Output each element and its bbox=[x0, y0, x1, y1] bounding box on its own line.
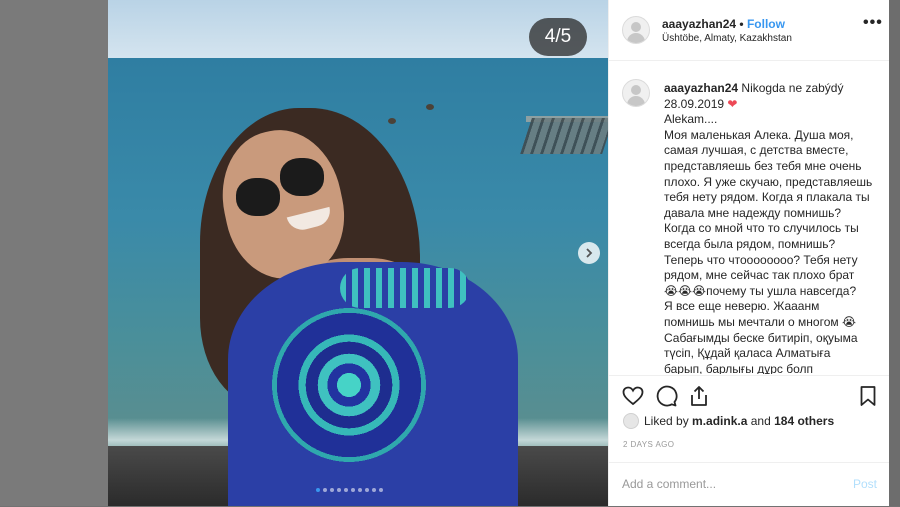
post-comment-button[interactable]: Post bbox=[853, 477, 877, 491]
slide-dot bbox=[365, 488, 369, 492]
caption-line: Моя маленькая Алека. Душа моя, bbox=[664, 127, 854, 142]
photo-swimmer bbox=[388, 118, 396, 124]
next-slide-button[interactable] bbox=[578, 242, 600, 264]
slide-dot bbox=[358, 488, 362, 492]
heart-icon[interactable] bbox=[621, 384, 645, 408]
liker-avatar[interactable] bbox=[623, 413, 639, 429]
caption-line: плохо. Я уже скучаю, представляешь bbox=[664, 174, 873, 189]
likes-row: Liked by m.adink.a and 184 others bbox=[623, 413, 834, 429]
caption-line: Я все еще неверю. Жааанм bbox=[664, 299, 820, 314]
caption-line: рядом, мне сейчас так плохо брат bbox=[664, 268, 855, 283]
slide-dot bbox=[344, 488, 348, 492]
caption-line: Nikogda ne zabýdý bbox=[741, 81, 844, 95]
share-icon[interactable] bbox=[687, 384, 711, 408]
photo-pier bbox=[520, 118, 608, 154]
slide-dot bbox=[330, 488, 334, 492]
caption-area: aaayazhan24 Nikogda ne zabýdý 28.09.2019… bbox=[609, 61, 889, 374]
slide-dot bbox=[372, 488, 376, 492]
caption-username[interactable]: aaayazhan24 bbox=[664, 81, 738, 95]
caption-line: барып, барлығы дұрс болп bbox=[664, 361, 814, 374]
caption-text: aaayazhan24 Nikogda ne zabýdý 28.09.2019… bbox=[664, 81, 876, 374]
slide-dot bbox=[337, 488, 341, 492]
post-timestamp[interactable]: 2 DAYS AGO bbox=[623, 440, 674, 449]
post-username[interactable]: aaayazhan24 bbox=[662, 17, 736, 31]
photo-tunic-embroidery bbox=[264, 300, 434, 470]
slide-dot bbox=[379, 488, 383, 492]
photo-sunglasses-left bbox=[236, 178, 280, 216]
photo-swimmer bbox=[426, 104, 434, 110]
caption-line: Теперь что чтоооооооо? Тебя нету bbox=[664, 252, 858, 267]
page-backdrop-left bbox=[0, 0, 108, 506]
caption-line: Alekam.... bbox=[664, 112, 718, 127]
likes-others-link[interactable]: 184 others bbox=[774, 414, 834, 428]
slide-counter: 4/5 bbox=[529, 18, 587, 56]
post-media[interactable]: 4/5 bbox=[108, 0, 608, 506]
caption-avatar[interactable] bbox=[622, 79, 650, 107]
slide-dot bbox=[316, 488, 320, 492]
caption-line: всегда была рядом, помнишь? bbox=[664, 236, 836, 251]
follow-button[interactable]: Follow bbox=[747, 17, 785, 31]
likes-and: and bbox=[750, 414, 771, 428]
bookmark-icon[interactable] bbox=[856, 384, 880, 408]
caption-line: помнишь мы мечтали о многом 😭 bbox=[664, 314, 856, 329]
dot-separator: • bbox=[739, 17, 744, 31]
page-backdrop-right bbox=[888, 0, 900, 506]
more-options-button[interactable]: ••• bbox=[863, 14, 883, 32]
comment-input[interactable]: Add a comment... bbox=[622, 477, 716, 491]
caption-line: давала мне надежду помнишь? bbox=[664, 205, 841, 220]
caption-line: 28.09.2019 ❤ bbox=[664, 96, 738, 111]
slide-dot bbox=[323, 488, 327, 492]
chevron-right-icon bbox=[586, 248, 593, 258]
slide-dot bbox=[351, 488, 355, 492]
caption-line: түсіп, Құдай қаласа Алматыға bbox=[664, 346, 831, 361]
caption-first-line: aaayazhan24 Nikogda ne zabýdý bbox=[664, 81, 876, 97]
comment-icon[interactable] bbox=[654, 384, 678, 408]
action-bar bbox=[609, 375, 889, 412]
caption-line: представляешь без тебя мне очень bbox=[664, 158, 862, 173]
comment-bar: Add a comment... Post bbox=[609, 462, 889, 507]
slide-dots bbox=[316, 488, 383, 492]
likes-prefix: Liked by bbox=[644, 414, 689, 428]
post-side-panel: aaayazhan24 • Follow Üshtöbe, Almaty, Ka… bbox=[608, 0, 889, 506]
caption-line: 😭😭😭почему ты ушла навсегда? bbox=[664, 283, 857, 298]
caption-line: Когда со мной что то случилось ты bbox=[664, 221, 859, 236]
caption-line: Сабағымды беске битиріп, оқуыма bbox=[664, 330, 858, 345]
caption-line: самая лучшая, с детства вместе, bbox=[664, 143, 849, 158]
post-username-row: aaayazhan24 • Follow bbox=[662, 17, 785, 31]
photo-sunglasses-right bbox=[280, 158, 324, 196]
location-link[interactable]: Üshtöbe, Almaty, Kazakhstan bbox=[662, 33, 792, 44]
post-header: aaayazhan24 • Follow Üshtöbe, Almaty, Ka… bbox=[609, 0, 889, 61]
avatar[interactable] bbox=[622, 16, 650, 44]
liker-username[interactable]: m.adink.a bbox=[692, 414, 747, 428]
caption-line: тебя нету рядом. Когда я плакала ты bbox=[664, 190, 870, 205]
